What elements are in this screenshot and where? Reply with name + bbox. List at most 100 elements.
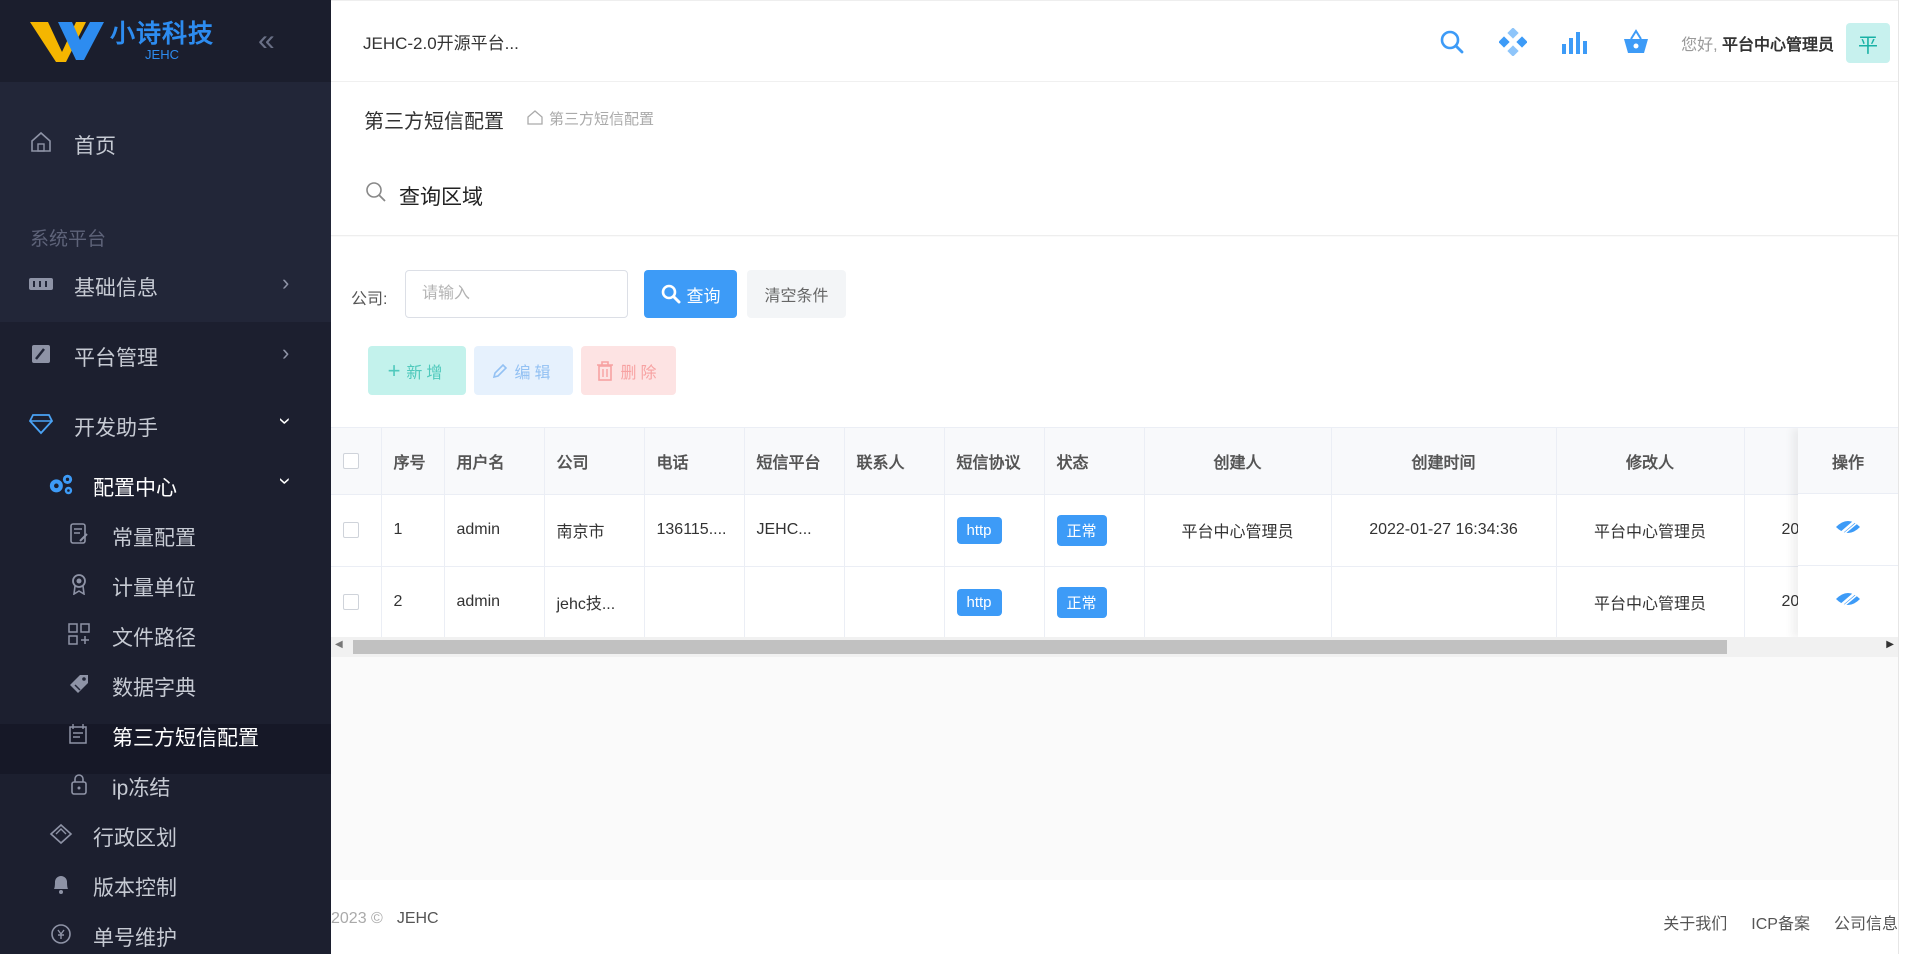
sidebar-item-label: 版本控制	[93, 877, 177, 900]
column-header[interactable]: 用户名	[444, 428, 545, 495]
column-header[interactable]: 电话	[644, 428, 745, 495]
sidebar-item-label: 数据字典	[112, 677, 196, 700]
sidebar-item-dev-helper[interactable]: 开发助手 ›	[0, 404, 331, 444]
sidebar-item-platform-mgmt[interactable]: 平台管理 ›	[0, 334, 331, 374]
column-header[interactable]: 短信协议	[944, 428, 1045, 495]
home-icon[interactable]	[527, 109, 543, 129]
table-header-row: 序号 用户名 公司 电话 短信平台 联系人 短信协议 状态 创建人 创建时间 修…	[331, 428, 1898, 495]
column-header[interactable]: 创建人	[1144, 428, 1332, 495]
delete-button-label: 删除	[620, 364, 661, 382]
view-detail-icon[interactable]	[1834, 590, 1862, 613]
cell-protocol: http	[944, 494, 1045, 567]
cell-company: jehc技...	[544, 566, 645, 639]
column-header[interactable]: 公司	[544, 428, 645, 495]
row-checkbox[interactable]	[343, 521, 359, 538]
cell-created-at: 2022-01-27 16:34:36	[1331, 494, 1557, 567]
column-header[interactable]: 创建时间	[1331, 428, 1557, 495]
cell-phone: 136115....	[644, 494, 745, 567]
sidebar-item-sms-config[interactable]: 第三方短信配置	[0, 714, 331, 754]
breadcrumb-current: 第三方短信配置	[549, 111, 655, 128]
sidebar-item-constants[interactable]: 常量配置	[0, 514, 331, 554]
sidebar-item-version[interactable]: 版本控制	[0, 864, 331, 904]
cell-index: 1	[381, 494, 445, 567]
breadcrumb: 第三方短信配置	[527, 108, 654, 129]
sidebar-item-dictionary[interactable]: 数据字典	[0, 664, 331, 704]
operation-header: 操作	[1798, 428, 1898, 494]
page-title-bar: 第三方短信配置 第三方短信配置	[331, 83, 1898, 151]
footer-link-company[interactable]: 公司信息	[1834, 910, 1898, 934]
clear-button[interactable]: 清空条件	[747, 270, 846, 318]
column-header[interactable]: 修改人	[1556, 428, 1745, 495]
column-header[interactable]: 短信平台	[744, 428, 845, 495]
logo-icon	[28, 16, 108, 66]
select-all-checkbox[interactable]	[343, 452, 359, 469]
footer-links: 关于我们 ICP备案 公司信息	[1663, 910, 1898, 934]
greeting-prefix: 您好,	[1681, 37, 1718, 54]
horizontal-scrollbar[interactable]: ◀ ▶	[331, 637, 1898, 657]
copyright: 2023 © JEHC	[331, 910, 439, 928]
chevron-down-icon: ›	[273, 417, 299, 425]
scroll-thumb[interactable]	[353, 640, 1727, 654]
cell-phone	[644, 566, 745, 639]
search-button-label: 查询	[686, 286, 721, 306]
plus-icon: +	[387, 357, 401, 383]
column-header[interactable]: 联系人	[844, 428, 945, 495]
logo-en: JEHC	[145, 47, 179, 62]
column-header[interactable]: 序号	[381, 428, 445, 495]
add-button[interactable]: + 新增	[368, 346, 466, 395]
sidebar-item-units[interactable]: 计量单位	[0, 564, 331, 604]
view-detail-icon[interactable]	[1834, 518, 1862, 541]
chevron-right-icon: ›	[282, 270, 290, 295]
search-button[interactable]: 查询	[644, 270, 737, 318]
award-icon	[66, 571, 92, 597]
bar-chart-icon[interactable]	[1557, 25, 1591, 59]
sidebar-item-ip-freeze[interactable]: ip冻结	[0, 764, 331, 804]
gears-icon	[48, 471, 74, 497]
edit-button[interactable]: 编辑	[474, 346, 573, 395]
footer-brand[interactable]: JEHC	[397, 910, 439, 927]
footer-link-about[interactable]: 关于我们	[1663, 910, 1727, 934]
user-greeting[interactable]: 您好, 平台中心管理员	[1681, 31, 1834, 55]
sidebar-item-serial-no[interactable]: 单号维护	[0, 914, 331, 954]
window-right-edge	[1898, 0, 1920, 954]
basket-icon[interactable]	[1619, 25, 1653, 59]
scroll-left-arrow-icon[interactable]: ◀	[335, 639, 343, 650]
collapse-sidebar-icon[interactable]: «	[258, 24, 288, 58]
sidebar-item-label: 开发助手	[74, 417, 158, 440]
company-input[interactable]	[405, 270, 628, 318]
sidebar-item-file-paths[interactable]: 文件路径	[0, 614, 331, 654]
row-checkbox-cell[interactable]	[331, 566, 382, 639]
document-edit-icon	[66, 521, 92, 547]
diamond-icon	[28, 411, 54, 437]
delete-button[interactable]: 删除	[581, 346, 676, 395]
column-header[interactable]: 状态	[1044, 428, 1145, 495]
grid-icon	[28, 271, 54, 297]
cell-creator: 平台中心管理员	[1144, 494, 1332, 567]
search-icon[interactable]	[1435, 25, 1469, 59]
sidebar: 小诗科技 JEHC « 首页 系统平台 基础信息 › 平台管理 › 开发助手 ›…	[0, 0, 331, 954]
sidebar-item-label: 计量单位	[112, 577, 196, 600]
sidebar-item-region[interactable]: 行政区划	[0, 814, 331, 854]
cell-contact	[844, 566, 945, 639]
scroll-right-arrow-icon[interactable]: ▶	[1886, 639, 1894, 650]
row-checkbox-cell[interactable]	[331, 494, 382, 567]
top-header: JEHC-2.0开源平台... 您好, 平台中心管理员 平	[331, 0, 1898, 82]
chevron-down-icon: ›	[273, 477, 299, 485]
avatar[interactable]: 平	[1846, 23, 1890, 63]
sidebar-item-home[interactable]: 首页	[0, 122, 331, 162]
table-row[interactable]: 2 admin jehc技... http 正常 平台中心管理员 20	[331, 566, 1898, 639]
lock-icon	[66, 771, 92, 797]
sidebar-item-config-center[interactable]: 配置中心 ›	[0, 464, 331, 504]
table-row[interactable]: 1 admin 南京市 136115.... JEHC... http 正常 平…	[331, 494, 1898, 567]
home-icon	[28, 129, 54, 155]
cell-status: 正常	[1044, 566, 1145, 639]
select-all-checkbox-cell[interactable]	[331, 428, 382, 495]
row-checkbox[interactable]	[343, 593, 359, 610]
status-badge: 正常	[1056, 514, 1107, 546]
sidebar-item-label: 首页	[74, 135, 116, 158]
sidebar-item-basic-info[interactable]: 基础信息 ›	[0, 264, 331, 304]
footer: 2023 © JEHC 关于我们 ICP备案 公司信息	[331, 880, 1898, 954]
apps-icon[interactable]	[1496, 25, 1530, 59]
footer-link-icp[interactable]: ICP备案	[1751, 910, 1810, 934]
add-button-label: 新增	[406, 364, 447, 382]
